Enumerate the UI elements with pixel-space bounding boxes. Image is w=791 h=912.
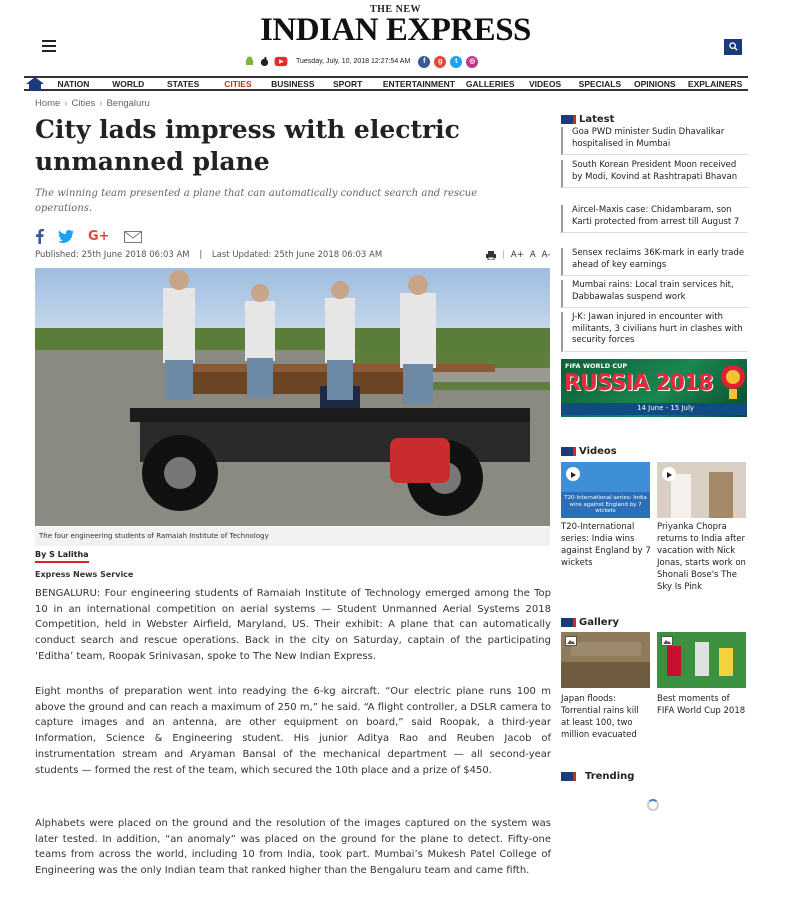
banner-tag: FIFA WORLD CUP	[565, 362, 628, 370]
breadcrumb-bengaluru[interactable]: Bengaluru	[106, 98, 149, 109]
article-hero-image	[35, 268, 550, 526]
google-plus-icon[interactable]: g	[434, 55, 447, 68]
video-caption[interactable]: T20-International series: India wins aga…	[561, 522, 651, 570]
video-thumbnail[interactable]: T20-International series: India wins aga…	[561, 462, 650, 518]
gallery-thumbnail[interactable]	[657, 632, 746, 688]
masthead[interactable]: THE NEW INDIAN EXPRESS	[0, 4, 791, 47]
latest-news-item[interactable]: J-K: Jawan injured in encounter with mil…	[561, 312, 748, 352]
android-icon[interactable]	[244, 56, 255, 67]
breadcrumb: Home › Cities › Bengaluru	[35, 98, 150, 109]
masthead-brand[interactable]: INDIAN EXPRESS	[0, 14, 791, 47]
published-date: Published: 25th June 2018 06:03 AM	[35, 250, 190, 260]
gallery-caption[interactable]: Best moments of FIFA World Cup 2018	[657, 694, 747, 718]
video-caption[interactable]: Priyanka Chopra returns to India after v…	[657, 522, 747, 593]
gallery-thumbnail[interactable]	[561, 632, 650, 688]
banner-dates: 14 June - 15 July	[637, 404, 695, 412]
gallery-heading: Gallery	[561, 617, 619, 628]
current-date: Tuesday, July, 10, 2018 12:27:54 AM	[296, 58, 411, 65]
breadcrumb-separator: ›	[64, 98, 68, 109]
latest-news-item[interactable]: Sensex reclaims 36K-mark in early trade …	[561, 248, 748, 276]
loading-spinner-icon	[647, 799, 659, 811]
play-icon	[662, 467, 676, 481]
breadcrumb-cities[interactable]: Cities	[72, 98, 96, 109]
article-paragraph: BENGALURU: Four engineering students of …	[35, 588, 551, 662]
fifa-world-cup-banner[interactable]: FIFA WORLD CUP RUSSIA 2018 14 June - 15 …	[561, 359, 747, 417]
nav-item-cities[interactable]: CITIES	[211, 79, 266, 89]
tools-divider: |	[502, 250, 505, 260]
latest-heading: Latest	[561, 114, 614, 125]
twitter-share-icon[interactable]	[58, 230, 74, 243]
email-share-icon[interactable]	[123, 230, 142, 243]
article-synopsis: The winning team presented a plane that …	[35, 188, 478, 214]
nav-item-explainers[interactable]: EXPLAINERS	[682, 79, 748, 89]
facebook-share-icon[interactable]	[35, 229, 44, 244]
nav-item-nation[interactable]: NATION	[46, 79, 101, 89]
article-paragraph: Eight months of preparation went into re…	[35, 686, 551, 776]
latest-news-item[interactable]: Goa PWD minister Sudin Dhavalikar hospit…	[561, 127, 748, 155]
nav-item-entertainment[interactable]: ENTERTAINMENT	[375, 79, 463, 89]
twitter-icon[interactable]: t	[450, 55, 463, 68]
latest-news-item[interactable]: Aircel-Maxis case: Chidambaram, son Kart…	[561, 205, 748, 233]
nav-item-specials[interactable]: SPECIALS	[573, 79, 628, 89]
search-button[interactable]	[724, 39, 742, 55]
gallery-caption[interactable]: Japan floods: Torrential rains kill at l…	[561, 694, 647, 742]
breadcrumb-separator: ›	[99, 98, 103, 109]
article-paragraph: Alphabets were placed on the ground and …	[35, 818, 551, 877]
instagram-icon[interactable]: ◎	[466, 55, 479, 68]
nav-item-opinions[interactable]: OPINIONS	[627, 79, 682, 89]
latest-news-item[interactable]: South Korean President Moon received by …	[561, 160, 748, 188]
article-headline: City lads impress with electric unmanned…	[35, 115, 460, 176]
videos-heading: Videos	[561, 446, 617, 457]
play-icon	[566, 467, 580, 481]
world-cup-emblem-icon	[721, 365, 745, 399]
trending-heading: Trending	[561, 771, 634, 782]
banner-title: RUSSIA 2018	[564, 371, 714, 396]
facebook-icon[interactable]: f	[418, 55, 431, 68]
google-plus-share-icon[interactable]: G+	[88, 229, 110, 244]
nav-item-videos[interactable]: VIDEOS	[518, 79, 573, 89]
trending-label: Trending	[585, 771, 635, 782]
article-meta: Published: 25th June 2018 06:03 AM | Las…	[35, 250, 382, 260]
print-icon[interactable]	[486, 251, 496, 260]
nav-item-business[interactable]: BUSINESS	[265, 79, 320, 89]
image-icon	[661, 636, 673, 646]
video-thumbnail-text: T20-International series: India wins aga…	[564, 495, 647, 514]
nav-item-galleries[interactable]: GALLERIES	[463, 79, 518, 89]
latest-news-item[interactable]: Mumbai rains: Local train services hit, …	[561, 280, 748, 308]
apple-icon[interactable]	[259, 56, 270, 67]
nav-item-world[interactable]: WORLD	[101, 79, 156, 89]
share-bar: G+	[35, 229, 142, 244]
image-caption: The four engineering students of Ramaiah…	[35, 527, 550, 546]
video-thumbnail[interactable]	[657, 462, 746, 518]
font-increase-button[interactable]: A+	[511, 250, 524, 260]
updated-date: Last Updated: 25th June 2018 06:03 AM	[211, 250, 383, 260]
meta-divider: |	[199, 250, 203, 260]
article-tools: | A+ A A-	[486, 250, 550, 260]
search-icon	[728, 42, 738, 51]
font-reset-button[interactable]: A	[530, 250, 536, 260]
masthead-toolbar: Tuesday, July, 10, 2018 12:27:54 AM f g …	[244, 54, 479, 69]
main-nav: NATION WORLD STATES CITIES BUSINESS SPOR…	[24, 76, 748, 91]
youtube-icon[interactable]	[274, 56, 288, 67]
font-decrease-button[interactable]: A-	[542, 250, 551, 260]
nav-item-states[interactable]: STATES	[156, 79, 211, 89]
nav-item-sport[interactable]: SPORT	[320, 79, 375, 89]
breadcrumb-home[interactable]: Home	[35, 98, 60, 109]
home-icon[interactable]	[24, 76, 46, 91]
article-byline[interactable]: By S Lalitha	[35, 550, 89, 563]
image-icon	[565, 636, 577, 646]
article-agency: Express News Service	[35, 570, 134, 579]
